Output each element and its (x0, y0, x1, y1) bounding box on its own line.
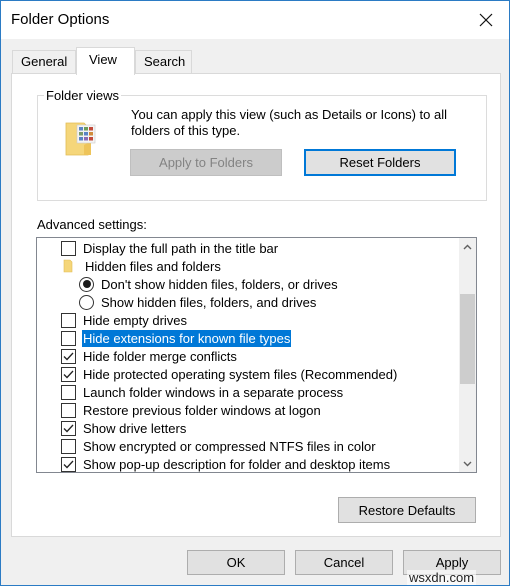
checkbox[interactable] (61, 420, 76, 436)
list-item[interactable]: Hide folder merge conflicts (61, 347, 238, 365)
list-item[interactable]: Hide extensions for known file types (61, 329, 292, 347)
list-item-label: Display the full path in the title bar (83, 240, 279, 256)
checkbox[interactable] (61, 312, 76, 328)
list-item[interactable]: Hide empty drives (61, 311, 188, 329)
ok-button[interactable]: OK (187, 550, 285, 575)
checkbox[interactable] (61, 438, 76, 454)
scroll-thumb[interactable] (460, 293, 475, 384)
list-item[interactable]: Show drive letters (61, 419, 187, 437)
tab-label: General (21, 54, 68, 69)
list-item-label: Restore previous folder windows at logon (83, 402, 321, 418)
checkmark-icon (63, 460, 74, 468)
button-label: Apply (435, 555, 469, 570)
list-group-header[interactable]: Hidden files and folders (61, 257, 222, 275)
list-item[interactable]: Show hidden files, folders, and drives (79, 293, 317, 311)
folder-icon (63, 259, 73, 273)
list-item-label: Don't show hidden files, folders, or dri… (101, 276, 338, 292)
vertical-scrollbar[interactable] (459, 238, 476, 472)
checkbox[interactable] (61, 348, 76, 364)
checkmark-icon (63, 352, 74, 360)
tab-search[interactable]: Search (135, 50, 192, 74)
folder-views-description: You can apply this view (such as Details… (131, 107, 448, 138)
radio-button[interactable] (79, 276, 94, 292)
scroll-down-button[interactable] (459, 455, 476, 472)
folder-options-window: Folder Options General View Search Folde… (0, 0, 510, 586)
tab-label: View (89, 52, 117, 67)
list-item[interactable]: Hide protected operating system files (R… (61, 365, 398, 383)
button-label: Reset Folders (339, 155, 421, 170)
list-item-label: Hide empty drives (83, 312, 188, 328)
cancel-button[interactable]: Cancel (295, 550, 393, 575)
button-label: Cancel (323, 555, 365, 570)
tab-view[interactable]: View (76, 47, 135, 75)
tab-label: Search (144, 54, 186, 69)
checkbox[interactable] (61, 402, 76, 418)
list-item-label: Hide protected operating system files (R… (83, 366, 398, 382)
reset-folders-button[interactable]: Reset Folders (304, 149, 456, 176)
list-item-label: Show hidden files, folders, and drives (101, 294, 317, 310)
list-item-label: Hide extensions for known file types (82, 329, 292, 347)
list-item-label: Hidden files and folders (85, 258, 221, 274)
list-item[interactable]: Restore previous folder windows at logon (61, 401, 322, 419)
checkmark-icon (63, 370, 74, 378)
advanced-settings-label: Advanced settings: (37, 217, 147, 232)
checkbox[interactable] (61, 240, 76, 256)
list-item-label: Launch folder windows in a separate proc… (83, 384, 344, 400)
window-title: Folder Options (11, 11, 110, 28)
close-button[interactable] (463, 1, 509, 39)
button-label: OK (226, 555, 246, 570)
list-item[interactable]: Don't show hidden files, folders, or dri… (79, 275, 339, 293)
list-item-label: Show drive letters (83, 420, 187, 436)
list-item-label: Show encrypted or compressed NTFS files … (83, 438, 376, 454)
scroll-up-button[interactable] (459, 238, 476, 255)
checkmark-icon (63, 424, 74, 432)
checkbox[interactable] (61, 456, 76, 472)
list-item-label: Hide folder merge conflicts (83, 348, 237, 364)
button-label: Apply to Folders (159, 155, 253, 170)
checkbox[interactable] (61, 330, 76, 346)
radio-button[interactable] (79, 294, 94, 310)
watermark: wsxdn.com (407, 570, 477, 585)
checkbox[interactable] (61, 366, 76, 382)
advanced-settings-list[interactable]: Display the full path in the title bar Hi… (36, 237, 477, 473)
tab-strip: General View Search (12, 47, 502, 75)
restore-defaults-button[interactable]: Restore Defaults (338, 497, 476, 523)
folder-views-legend: Folder views (44, 88, 121, 103)
chevron-up-icon (463, 244, 472, 249)
apply-to-folders-button[interactable]: Apply to Folders (130, 149, 282, 176)
folder-details-icon (65, 122, 96, 156)
radio-dot (82, 280, 91, 288)
list-item[interactable]: Show pop-up description for folder and d… (61, 455, 391, 472)
list-item[interactable]: Show encrypted or compressed NTFS files … (61, 437, 377, 455)
folder-views-group: Folder views You can apply this view (su… (37, 88, 487, 201)
button-label: Restore Defaults (358, 502, 456, 518)
list-item-label: Show pop-up description for folder and d… (83, 456, 391, 472)
list-item[interactable]: Launch folder windows in a separate proc… (61, 383, 344, 401)
title-bar: Folder Options (1, 1, 509, 39)
chevron-down-icon (463, 461, 472, 466)
checkbox[interactable] (61, 384, 76, 400)
view-tab-panel: Folder views You can apply this view (su… (11, 73, 501, 537)
close-icon (479, 13, 493, 27)
tab-general[interactable]: General (12, 50, 76, 74)
list-item[interactable]: Display the full path in the title bar (61, 239, 279, 257)
